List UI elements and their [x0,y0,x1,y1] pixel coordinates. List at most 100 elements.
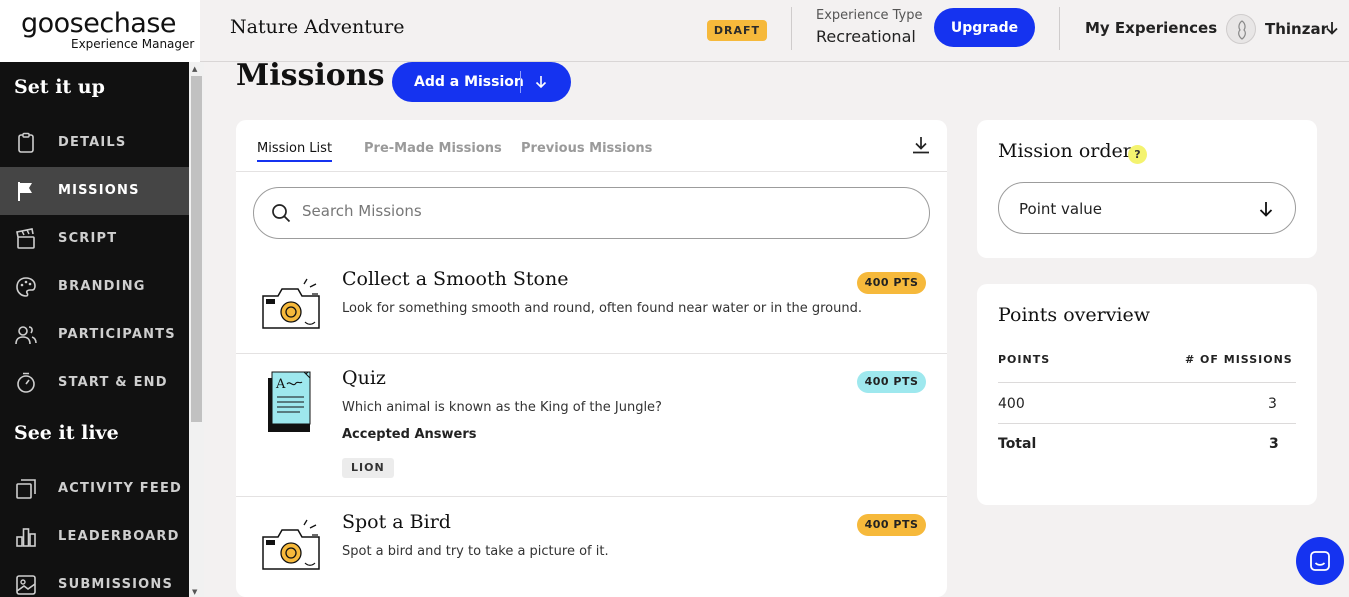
clipboard-icon [18,132,34,153]
user-name[interactable]: Thinzar [1265,20,1328,38]
sidebar-item-details[interactable]: DETAILS [0,119,189,167]
header-divider [791,7,792,50]
sidebar-item-label: START & END [58,375,168,390]
column-header-missions: # OF MISSIONS [1185,353,1293,366]
sidebar-item-branding[interactable]: BRANDING [0,263,189,311]
page-title: Missions [236,58,385,93]
avatar[interactable] [1226,14,1256,44]
chat-icon [1310,551,1330,571]
points-overview-card: Points overview POINTS # OF MISSIONS 400… [977,284,1317,505]
search-icon [272,204,291,223]
button-divider [520,71,521,93]
scroll-down-icon[interactable]: ▼ [192,588,197,596]
bar-chart-icon [16,528,36,547]
status-badge: DRAFT [707,20,767,41]
sidebar-scrollbar[interactable]: ▲ ▼ [189,62,204,597]
people-icon [15,326,37,345]
total-label: Total [998,436,1037,452]
sidebar-item-label: SCRIPT [58,231,118,246]
sidebar-item-missions[interactable]: MISSIONS [0,167,189,215]
column-header-points: POINTS [998,353,1051,366]
avatar-icon [1238,20,1246,40]
points-value: 400 [998,396,1025,412]
sidebar-item-start-end[interactable]: START & END [0,359,189,407]
mission-order-title: Mission order [998,140,1132,162]
camera-icon [262,519,320,570]
help-icon[interactable]: ? [1128,145,1147,164]
points-badge: 400 PTS [857,371,926,393]
sidebar-item-label: DETAILS [58,135,127,150]
sidebar-section-live: See it live [14,422,119,444]
svg-text:A: A [275,377,286,392]
clapperboard-icon [16,228,35,249]
list-item[interactable]: A Quiz Which animal is known as the King… [236,354,947,497]
logo-text: goosechase [21,8,177,39]
my-experiences-link[interactable]: My Experiences [1085,19,1217,37]
sidebar-section-setup: Set it up [14,76,105,98]
palette-icon [16,277,36,297]
flag-icon [18,182,32,201]
missions-card: Mission List Pre-Made Missions Previous … [236,120,947,597]
mission-description: Which animal is known as the King of the… [342,400,662,415]
total-value: 3 [1269,436,1279,452]
search-input[interactable] [302,202,902,220]
sidebar-item-label: ACTIVITY FEED [58,481,183,496]
sidebar-item-label: BRANDING [58,279,146,294]
tab-previous-missions[interactable]: Previous Missions [521,141,652,156]
list-item[interactable]: Collect a Smooth Stone Look for somethin… [236,254,947,354]
mission-title: Spot a Bird [342,511,451,533]
table-divider [998,382,1296,383]
logo-subtitle: Experience Manager [71,37,195,51]
feed-icon [16,479,36,499]
accepted-answers-label: Accepted Answers [342,427,477,442]
missions-count: 3 [1268,396,1277,412]
camera-icon [262,278,320,329]
points-overview-title: Points overview [998,304,1151,326]
scroll-up-icon[interactable]: ▲ [192,65,197,73]
upgrade-button[interactable]: Upgrade [934,8,1035,47]
search-field[interactable] [253,187,930,239]
image-icon [16,575,36,595]
chat-button[interactable] [1296,537,1344,585]
answer-chip: LION [342,458,394,478]
logo[interactable]: goosechase Experience Manager [0,0,200,62]
top-header: goosechase Experience Manager Nature Adv… [0,0,1349,62]
sidebar-item-label: MISSIONS [58,183,140,198]
experience-title: Nature Adventure [230,16,405,38]
tab-bar: Mission List Pre-Made Missions Previous … [236,120,947,172]
mission-description: Look for something smooth and round, oft… [342,301,862,316]
document-icon: A [268,371,311,432]
sidebar-item-activity-feed[interactable]: ACTIVITY FEED [0,465,189,513]
sidebar-item-label: LEADERBOARD [58,529,180,544]
mission-title: Quiz [342,367,386,389]
mission-order-value: Point value [1019,200,1102,218]
header-divider [1059,7,1060,50]
tab-pre-made-missions[interactable]: Pre-Made Missions [364,141,502,156]
list-item[interactable]: Spot a Bird Spot a bird and try to take … [236,497,947,597]
mission-order-select[interactable]: Point value [998,182,1296,234]
sidebar-item-submissions[interactable]: SUBMISSIONS [0,561,189,597]
sidebar-item-script[interactable]: SCRIPT [0,215,189,263]
stopwatch-icon [17,372,35,393]
arrow-down-icon[interactable] [535,75,547,89]
table-divider [998,423,1296,424]
mission-title: Collect a Smooth Stone [342,268,569,290]
sidebar: Set it up DETAILS MISSIONS SCRIPT BRANDI… [0,62,189,597]
arrow-down-icon[interactable] [1325,20,1339,36]
experience-type-value: Recreational [816,27,916,46]
sidebar-item-label: PARTICIPANTS [58,327,176,342]
mission-order-card: Mission order ? Point value [977,120,1317,258]
arrow-down-icon [1259,202,1273,217]
sidebar-item-participants[interactable]: PARTICIPANTS [0,311,189,359]
points-badge: 400 PTS [857,272,926,294]
mission-description: Spot a bird and try to take a picture of… [342,544,609,559]
sidebar-item-leaderboard[interactable]: LEADERBOARD [0,513,189,561]
experience-type-label: Experience Type [816,8,923,23]
scroll-thumb[interactable] [191,76,202,422]
add-mission-button[interactable]: Add a Mission [392,62,571,102]
points-badge: 400 PTS [857,514,926,536]
add-mission-label: Add a Mission [414,74,524,90]
sidebar-item-label: SUBMISSIONS [58,577,174,592]
download-icon[interactable] [912,136,930,154]
tab-mission-list[interactable]: Mission List [257,141,333,162]
